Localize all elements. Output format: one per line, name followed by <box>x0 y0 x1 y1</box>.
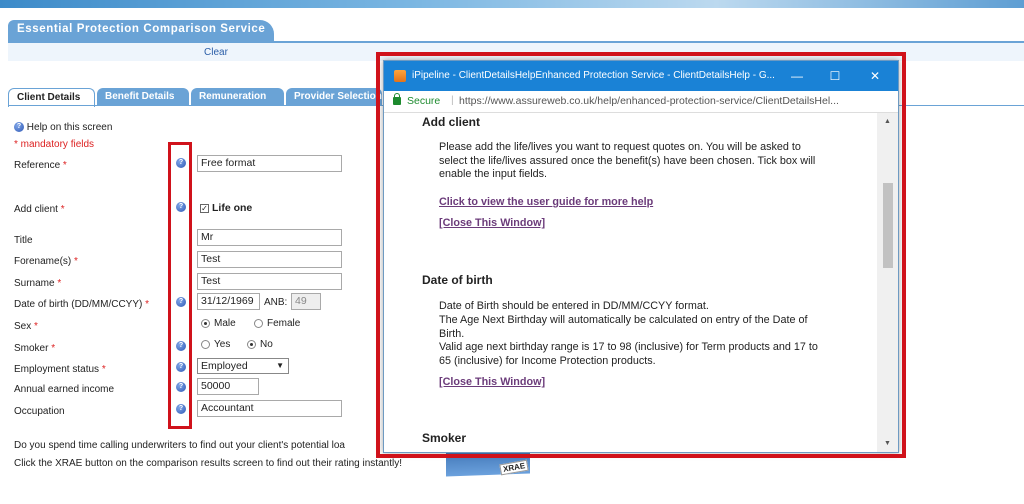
required-marker: * <box>57 278 62 289</box>
top-banner-strip <box>0 0 1024 8</box>
add-client-label-text: Add client <box>14 204 58 215</box>
help-on-screen[interactable]: ? Help on this screen <box>14 122 112 133</box>
occupation-input[interactable]: Accountant <box>197 400 342 417</box>
xrae-promo-line2: Click the XRAE button on the comparison … <box>14 458 402 469</box>
title-input[interactable]: Mr <box>197 229 342 246</box>
radio-selected-icon[interactable] <box>201 318 210 328</box>
forenames-label-text: Forename(s) <box>14 256 72 267</box>
anb-input: 49 <box>291 293 321 310</box>
forenames-label: Forename(s) * <box>14 256 78 267</box>
reference-input[interactable]: Free format <box>197 155 342 172</box>
life-one-checkbox[interactable]: ✓ Life one <box>200 202 252 214</box>
required-marker: * <box>60 204 65 215</box>
required-marker: * <box>34 321 38 332</box>
anb-label: ANB: <box>264 297 288 308</box>
dropdown-arrow-icon[interactable]: ▼ <box>276 361 284 370</box>
smoker-yes-label: Yes <box>214 339 231 350</box>
required-marker: * <box>101 364 106 375</box>
help-label: Help on this screen <box>26 122 113 133</box>
required-marker: * <box>62 160 67 171</box>
employment-label-text: Employment status <box>14 364 100 375</box>
tab-provider-selection[interactable]: Provider Selection <box>286 88 382 106</box>
sex-male-radio[interactable]: Male <box>201 318 236 329</box>
checkbox-icon[interactable]: ✓ <box>200 203 209 213</box>
life-one-label: Life one <box>212 202 253 214</box>
clear-link[interactable]: Clear <box>204 47 228 58</box>
required-marker: * <box>51 343 56 354</box>
radio-icon[interactable] <box>201 339 210 349</box>
smoker-no-label: No <box>260 339 273 350</box>
dob-input[interactable]: 31/12/1969 <box>197 293 260 310</box>
reference-label: Reference * <box>14 160 67 171</box>
service-title: Essential Protection Comparison Service <box>8 20 275 41</box>
employment-label: Employment status * <box>14 364 106 375</box>
title-label: Title <box>14 235 33 246</box>
smoker-label-text: Smoker <box>14 343 49 354</box>
smoker-no-radio[interactable]: No <box>247 339 273 350</box>
radio-selected-icon[interactable] <box>247 339 256 349</box>
required-marker: * <box>145 299 150 310</box>
smoker-label: Smoker * <box>14 343 55 354</box>
reference-label-text: Reference <box>14 160 61 171</box>
help-icon: ? <box>14 122 24 133</box>
sex-female-radio[interactable]: Female <box>254 318 300 329</box>
mandatory-note: * mandatory fields <box>14 139 94 150</box>
help-icons-highlight <box>168 142 192 429</box>
income-input[interactable]: 50000 <box>197 378 259 395</box>
radio-icon[interactable] <box>254 318 263 328</box>
surname-label: Surname * <box>14 278 61 289</box>
add-client-label: Add client * <box>14 204 65 215</box>
dob-label-text: Date of birth (DD/MM/CCYY) <box>14 299 143 310</box>
tab-benefit-details[interactable]: Benefit Details <box>97 88 189 106</box>
surname-label-text: Surname <box>14 278 55 289</box>
sex-male-label: Male <box>214 318 236 329</box>
mandatory-note-text: * mandatory fields <box>14 139 95 150</box>
smoker-yes-radio[interactable]: Yes <box>201 339 230 350</box>
sex-female-label: Female <box>267 318 301 329</box>
tab-remuneration[interactable]: Remuneration <box>191 88 284 106</box>
occupation-label: Occupation <box>14 406 65 417</box>
sex-label-text: Sex <box>14 321 32 332</box>
forenames-input[interactable]: Test <box>197 251 342 268</box>
sex-label: Sex * <box>14 321 38 332</box>
xrae-promo-line1: Do you spend time calling underwriters t… <box>14 440 345 451</box>
employment-value: Employed <box>201 360 248 372</box>
required-marker: * <box>74 256 78 267</box>
employment-select[interactable]: Employed ▼ <box>197 358 289 374</box>
surname-input[interactable]: Test <box>197 273 342 290</box>
dob-label: Date of birth (DD/MM/CCYY) * <box>14 299 149 310</box>
popup-highlight <box>376 52 906 458</box>
income-label: Annual earned income <box>14 384 115 395</box>
